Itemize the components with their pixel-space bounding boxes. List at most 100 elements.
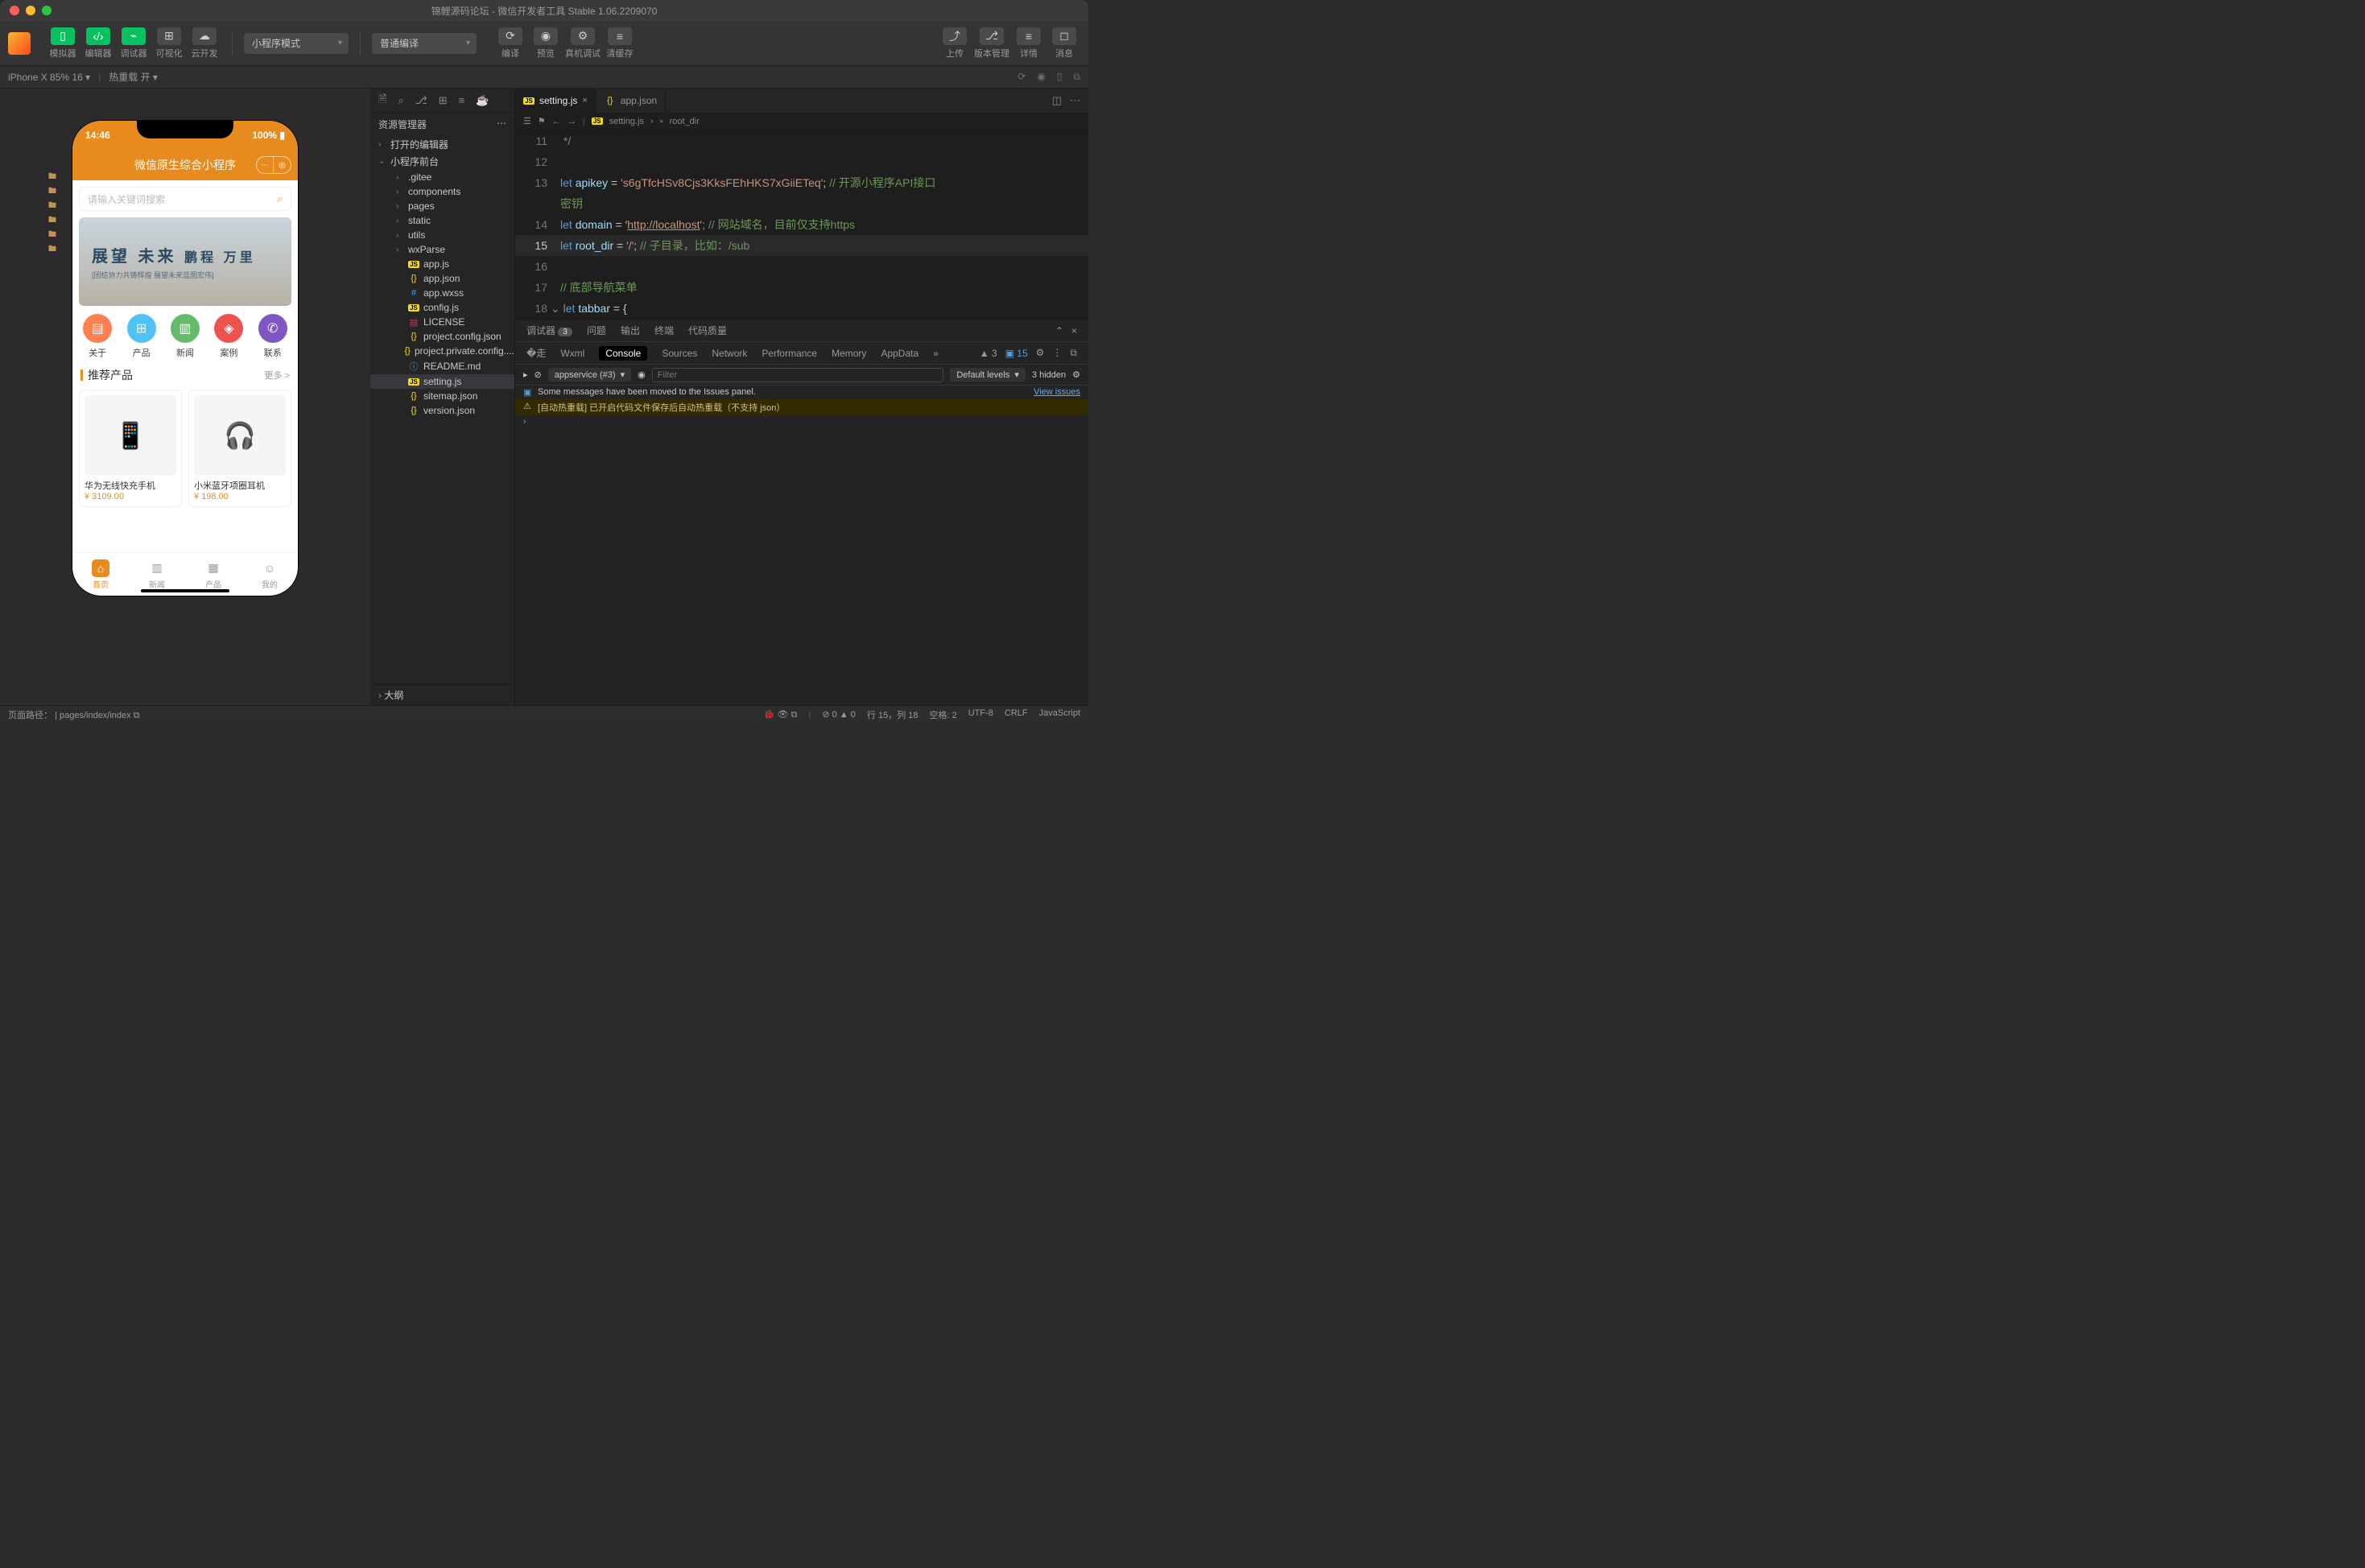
view-issues-link[interactable]: View issues	[1034, 387, 1080, 398]
output-tab[interactable]: 输出	[621, 324, 640, 337]
page-path[interactable]: 页面路径： | pages/index/index ⧉	[8, 708, 140, 721]
inspect-icon[interactable]: �走	[526, 346, 546, 360]
editor-toggle[interactable]: ‹/›编辑器	[82, 27, 114, 60]
debugger-toggle[interactable]: ⌁调试器	[118, 27, 150, 60]
message-button[interactable]: ◻消息	[1048, 27, 1080, 60]
file-README.md[interactable]: ⓘREADME.md	[370, 358, 514, 374]
record-icon[interactable]: ◉	[1037, 71, 1045, 83]
back-icon[interactable]: ←	[552, 117, 561, 126]
file-utils[interactable]: ›🖿utils	[370, 228, 514, 242]
preview-button[interactable]: ◉预览	[530, 27, 562, 60]
close-window[interactable]	[10, 6, 19, 15]
console-log[interactable]: ▣Some messages have been moved to the Is…	[515, 386, 1088, 705]
expand-icon[interactable]: ⌃	[1055, 325, 1063, 336]
nav-icon-联系[interactable]: ✆联系	[258, 314, 287, 359]
clear-icon[interactable]: ⊘	[534, 369, 542, 380]
memory-tab[interactable]: Memory	[832, 348, 866, 359]
refresh-icon[interactable]: ⟳	[1017, 71, 1026, 83]
visual-toggle[interactable]: ⊞可视化	[153, 27, 185, 60]
search-icon[interactable]: ⌕	[398, 94, 403, 107]
product-card[interactable]: 🎧小米蓝牙项圈耳机¥ 198.00	[188, 390, 291, 507]
popout-icon[interactable]: ⧉	[1073, 71, 1080, 83]
more-link[interactable]: 更多 >	[265, 369, 290, 382]
compile-mode-select[interactable]: 普通编译	[372, 33, 477, 54]
breadcrumb[interactable]: ☰ ⚑ ← → | JS setting.js › ▫ root_dir	[515, 113, 1088, 130]
issues-tab[interactable]: 问题	[587, 324, 606, 337]
wxml-tab[interactable]: Wxml	[560, 348, 584, 359]
indent[interactable]: 空格: 2	[930, 708, 957, 721]
git-icon[interactable]: ⎇	[415, 94, 427, 107]
capsule-menu[interactable]: ⋯	[256, 156, 274, 174]
terminal-tab[interactable]: 终端	[654, 324, 674, 337]
problems-count[interactable]: ⊘ 0 ▲ 0	[822, 709, 856, 720]
nav-icon-新闻[interactable]: ▥新闻	[171, 314, 200, 359]
info-badge[interactable]: ▣ 15	[1005, 347, 1028, 359]
upload-button[interactable]: ⤴上传	[939, 27, 971, 60]
minimize-window[interactable]	[26, 6, 35, 15]
more-icon[interactable]: ⋯	[497, 118, 506, 131]
appdata-tab[interactable]: AppData	[881, 348, 918, 359]
cloud-toggle[interactable]: ☁云开发	[188, 27, 221, 60]
performance-tab[interactable]: Performance	[762, 348, 817, 359]
device-select[interactable]: iPhone X 85% 16 ▾	[8, 72, 90, 83]
list-icon[interactable]: ☰	[523, 116, 531, 126]
file-project.config.json[interactable]: project.config.json	[370, 329, 514, 344]
split-icon[interactable]: ◫	[1052, 94, 1062, 107]
bookmark-icon[interactable]: ⚑	[538, 116, 546, 126]
console-tab[interactable]: Console	[599, 346, 647, 361]
hot-reload-select[interactable]: 热重载 开 ▾	[109, 70, 158, 84]
maximize-window[interactable]	[42, 6, 52, 15]
tab-app-json[interactable]: app.json	[596, 89, 666, 113]
file-project.private.config....[interactable]: project.private.config....	[370, 344, 514, 358]
debugger-tab[interactable]: 调试器 3	[526, 324, 572, 337]
file-LICENSE[interactable]: ▤LICENSE	[370, 315, 514, 329]
gear-icon[interactable]: ⚙	[1072, 369, 1080, 380]
console-prompt[interactable]: ›	[515, 415, 1088, 428]
overflow-icon[interactable]: »	[933, 348, 939, 359]
gear-icon[interactable]: ⚙	[1036, 347, 1045, 359]
encoding[interactable]: UTF-8	[968, 708, 993, 721]
scope-icon[interactable]: ▸	[523, 369, 528, 380]
clear-cache-button[interactable]: ≡清缓存	[604, 27, 636, 60]
copy-icon[interactable]: ⧉	[134, 711, 140, 720]
ext-icon[interactable]: ⊞	[439, 94, 448, 107]
tab-setting-js[interactable]: JSsetting.js×	[515, 89, 596, 113]
sim-tools[interactable]: 🐞 👁 ⧉	[764, 709, 798, 720]
file-config.js[interactable]: JSconfig.js	[370, 300, 514, 315]
levels-select[interactable]: Default levels▾	[950, 368, 1026, 382]
hero-banner[interactable]: 展望 未来 鹏程 万里 [团结协力共铸辉煌 展望未来蓝图宏伟]	[79, 217, 291, 306]
version-button[interactable]: ⎇版本管理	[974, 27, 1009, 60]
eol[interactable]: CRLF	[1005, 708, 1028, 721]
file-wxParse[interactable]: ›🖿wxParse	[370, 242, 514, 257]
context-select[interactable]: appservice (#3)▾	[548, 368, 631, 382]
simulator-toggle[interactable]: ▯模拟器	[47, 27, 79, 60]
files-icon[interactable]: 🗎	[378, 92, 386, 109]
cursor-pos[interactable]: 行 15，列 18	[867, 708, 918, 721]
open-editors-section[interactable]: ›打开的编辑器	[370, 136, 514, 153]
file-app.json[interactable]: app.json	[370, 271, 514, 286]
product-card[interactable]: 📱华为无线快充手机¥ 3109.00	[79, 390, 182, 507]
filter-input[interactable]	[652, 368, 944, 382]
capsule-close[interactable]: ◎	[274, 156, 291, 174]
lang-mode[interactable]: JavaScript	[1039, 708, 1080, 721]
eye-icon[interactable]: ◉	[638, 369, 646, 380]
rotate-icon[interactable]: ▯	[1057, 71, 1063, 83]
more-icon[interactable]: ⋯	[1070, 94, 1080, 107]
sources-tab[interactable]: Sources	[662, 348, 697, 359]
cup-icon[interactable]: ☕	[476, 94, 489, 107]
outline-section[interactable]: › 大纲	[370, 684, 514, 705]
tabbar-我的[interactable]: ☺我的	[241, 553, 298, 596]
tabbar-首页[interactable]: ⌂首页	[72, 553, 129, 596]
close-icon[interactable]: ×	[1071, 325, 1077, 336]
warn-badge[interactable]: ▲ 3	[980, 347, 997, 359]
fwd-icon[interactable]: →	[568, 117, 576, 126]
close-icon[interactable]: ×	[582, 96, 587, 105]
file-pages[interactable]: ›🖿pages	[370, 199, 514, 213]
file-app.wxss[interactable]: #app.wxss	[370, 286, 514, 300]
file-setting.js[interactable]: JSsetting.js	[370, 374, 514, 389]
dock-icon[interactable]: ⧉	[1070, 347, 1077, 359]
network-tab[interactable]: Network	[712, 348, 747, 359]
nav-icon-案例[interactable]: ◈案例	[214, 314, 243, 359]
file-.gitee[interactable]: ›🖿.gitee	[370, 170, 514, 184]
hidden-count[interactable]: 3 hidden	[1032, 370, 1066, 380]
